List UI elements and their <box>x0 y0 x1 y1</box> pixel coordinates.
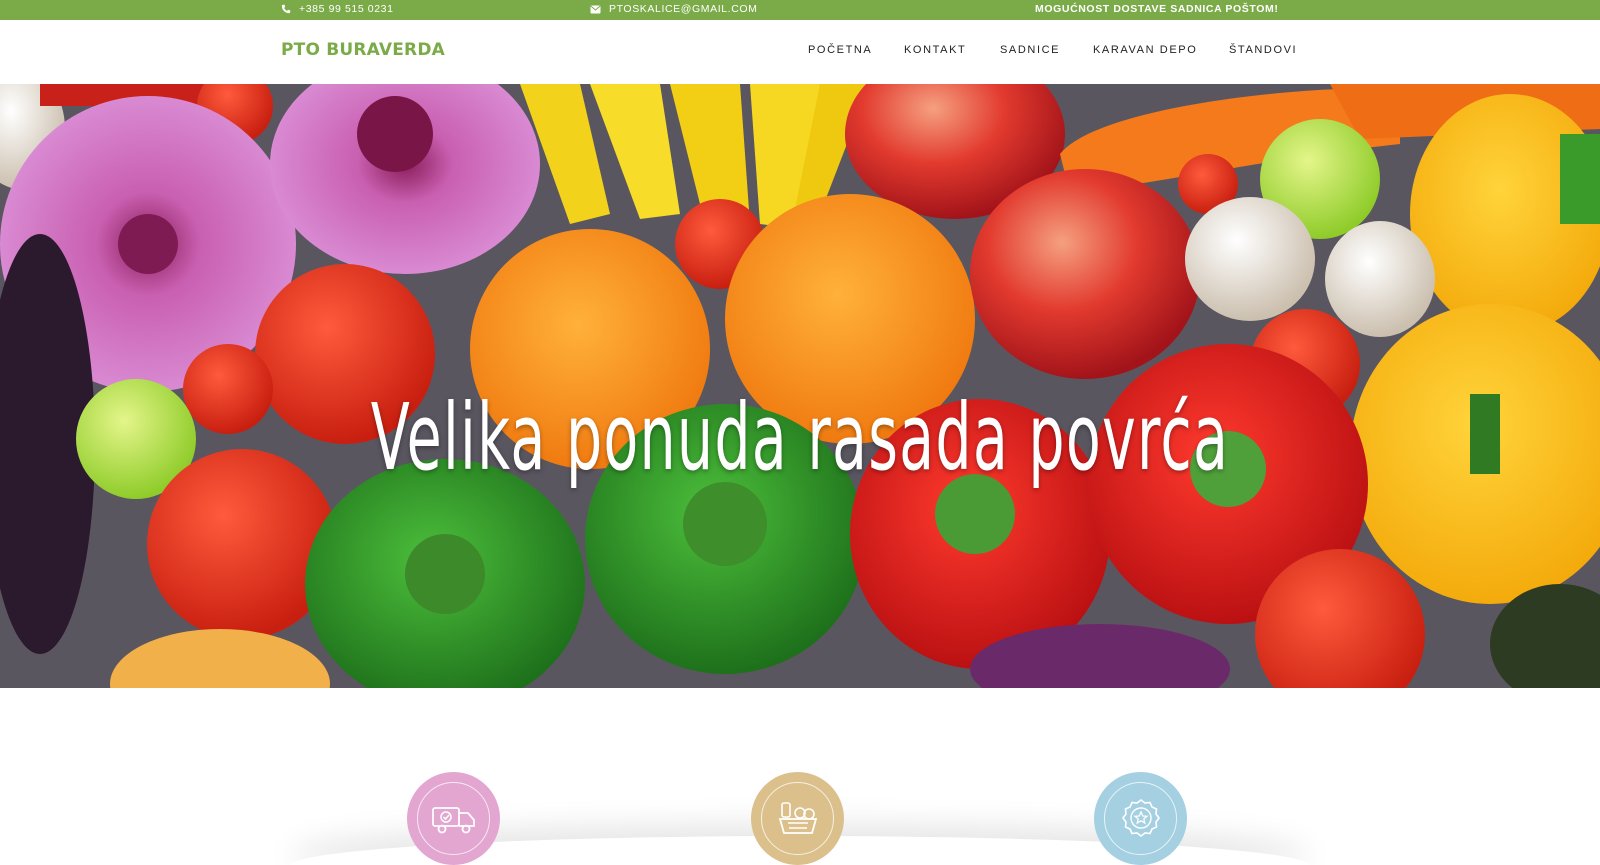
envelope-icon <box>590 5 601 13</box>
feature-quality-ring <box>1104 782 1177 855</box>
phone-contact[interactable]: +385 99 515 0231 <box>281 3 394 15</box>
top-bar: +385 99 515 0231 PTOSKALICE@GMAIL.COM MO… <box>0 0 1600 20</box>
nav-item-karavan-depo[interactable]: KARAVAN DEPO <box>1093 44 1197 56</box>
email-address: PTOSKALICE@GMAIL.COM <box>609 3 758 15</box>
vegetable-basket-icon <box>778 801 817 834</box>
delivery-note: MOGUĆNOST DOSTAVE SADNICA POŠTOM! <box>1035 3 1278 15</box>
hero-title: Velika ponuda rasada povrća <box>370 384 1230 491</box>
delivery-note-text: MOGUĆNOST DOSTAVE SADNICA POŠTOM! <box>1035 3 1279 15</box>
site-header: PTO BURAVERDA POČETNA KONTAKT SADNICE KA… <box>0 20 1600 84</box>
hero-banner: Velika ponuda rasada povrća <box>0 84 1600 688</box>
feature-products-ring <box>761 782 834 855</box>
feature-delivery-ring <box>417 782 490 855</box>
feature-delivery[interactable] <box>407 772 500 865</box>
feature-products[interactable] <box>751 772 844 865</box>
main-nav: POČETNA KONTAKT SADNICE KARAVAN DEPO ŠTA… <box>0 44 1600 64</box>
nav-item-sadnice[interactable]: SADNICE <box>1000 44 1060 56</box>
feature-quality[interactable] <box>1094 772 1187 865</box>
features-section <box>0 688 1600 865</box>
delivery-truck-icon <box>431 806 475 833</box>
phone-icon <box>281 4 291 14</box>
quality-badge-icon <box>1121 798 1160 837</box>
phone-number: +385 99 515 0231 <box>299 3 394 15</box>
email-contact[interactable]: PTOSKALICE@GMAIL.COM <box>590 3 758 15</box>
nav-item-pocetna[interactable]: POČETNA <box>808 44 872 56</box>
nav-item-standovi[interactable]: ŠTANDOVI <box>1229 44 1297 56</box>
nav-item-kontakt[interactable]: KONTAKT <box>904 44 966 56</box>
